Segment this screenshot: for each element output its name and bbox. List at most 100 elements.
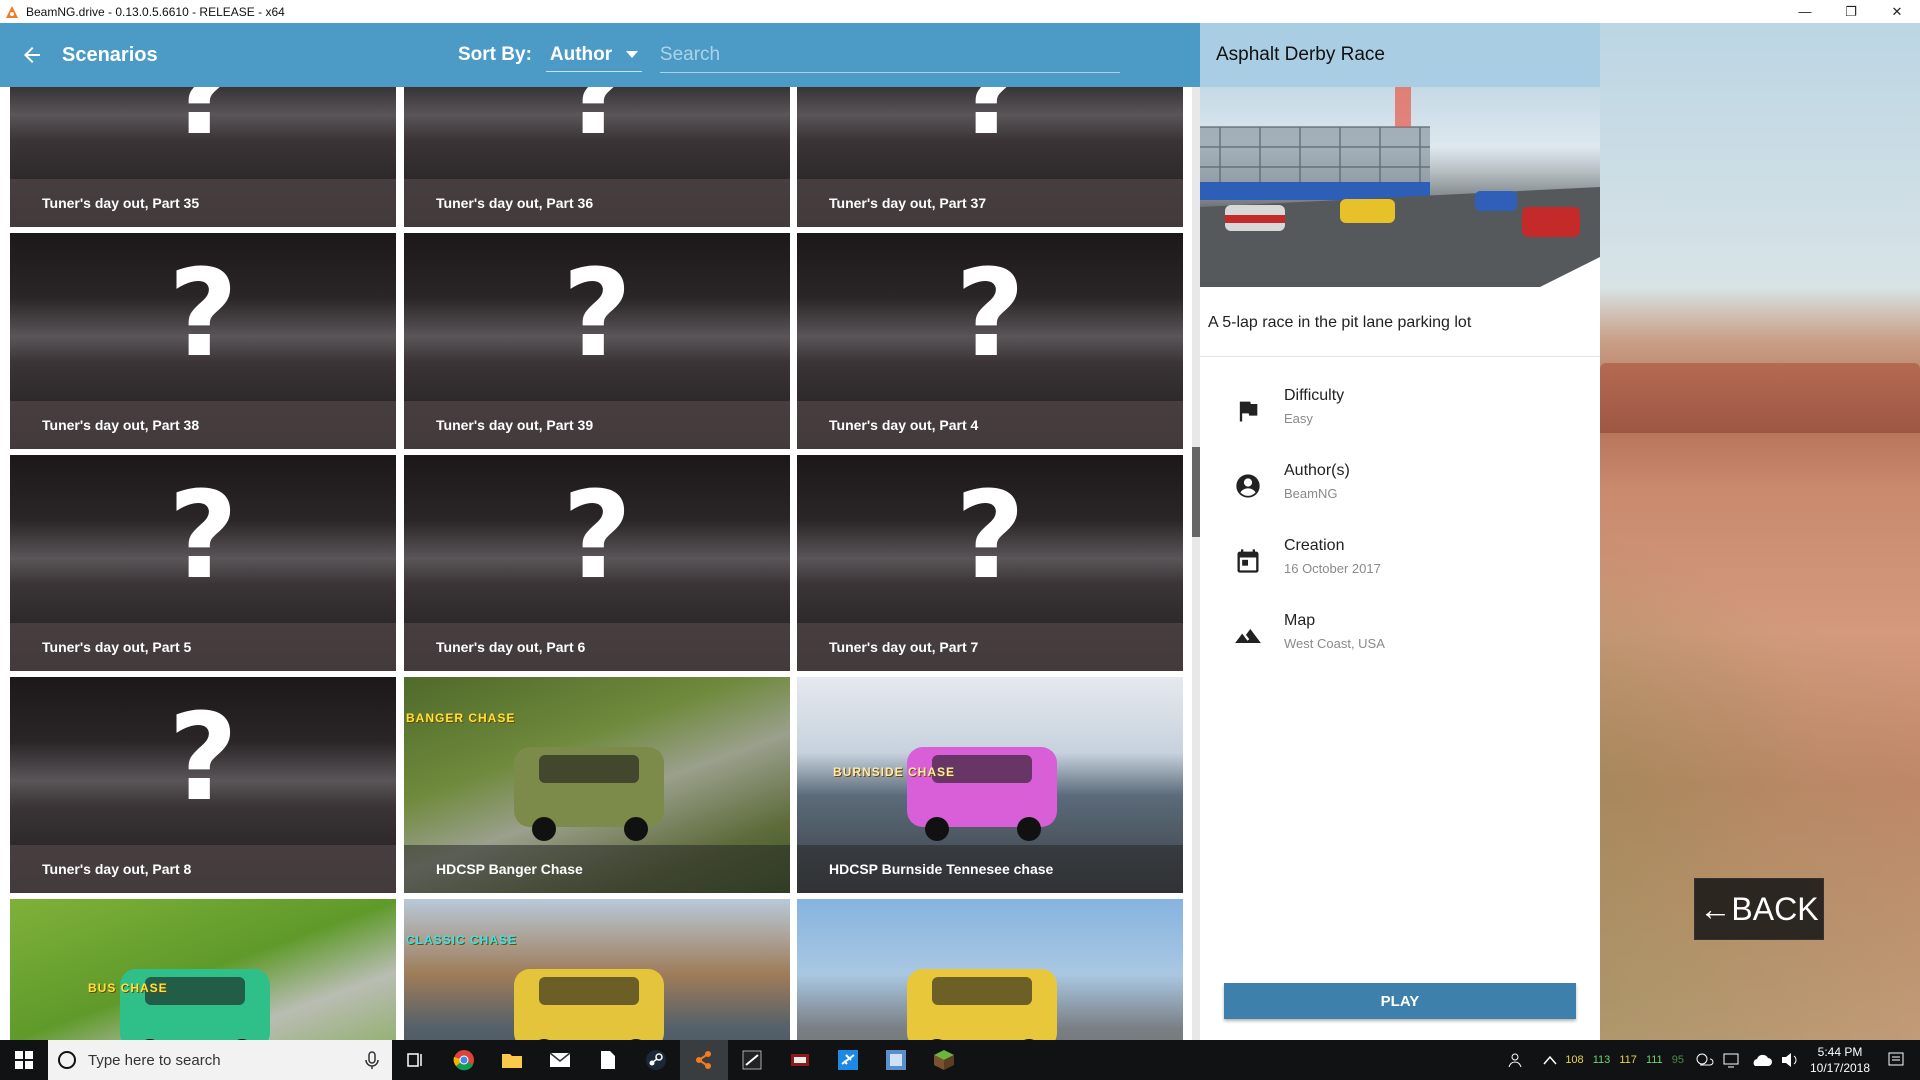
info-value: Easy [1284,411,1313,426]
missing-thumbnail-icon: ? [955,245,1025,384]
maximize-button[interactable]: ❐ [1828,0,1874,23]
missing-thumbnail-icon: ? [562,245,632,384]
close-button[interactable]: ✕ [1874,0,1920,23]
file-explorer-icon[interactable] [488,1040,536,1080]
chevron-up-icon[interactable] [1543,1055,1557,1065]
scenario-card[interactable]: CLASSIC CHASE [404,899,790,1040]
scenario-card-label: Tuner's day out, Part 37 [797,179,1183,227]
scrollbar-thumb[interactable] [1192,447,1200,537]
minimize-button[interactable]: — [1782,0,1828,23]
back-arrow-icon[interactable] [20,43,44,67]
scenario-card-label: HDCSP Banger Chase [404,845,790,893]
scenario-card-label: HDCSP Burnside Tennesee chase [797,845,1183,893]
scenario-card-label: Tuner's day out, Part 8 [10,845,396,893]
tray-value: 108 [1565,1054,1584,1066]
game-launcher-icon[interactable] [776,1040,824,1080]
window-titlebar: BeamNG.drive - 0.13.0.5.6610 - RELEASE -… [0,0,1920,23]
scenario-card[interactable]: ? Tuner's day out, Part 35 [10,87,396,227]
missing-thumbnail-icon: ? [955,467,1025,606]
scenario-card[interactable]: ? Tuner's day out, Part 5 [10,455,396,671]
info-label: Difficulty [1284,387,1345,404]
scenario-card[interactable]: ? Tuner's day out, Part 7 [797,455,1183,671]
clock-time: 5:44 PM [1817,1045,1863,1059]
scenario-card[interactable]: BURNSIDE CHASE HDCSP Burnside Tennesee ch… [797,677,1183,893]
monitor-app-icon[interactable] [728,1040,776,1080]
info-value: BeamNG [1284,486,1338,501]
info-map: Map West Coast, USA [1200,612,1600,687]
info-value: West Coast, USA [1284,636,1385,651]
back-button[interactable]: ←BACK [1694,878,1824,940]
scenario-grid: ? Tuner's day out, Part 35? Tuner's day ou… [0,87,1194,1040]
scenario-card[interactable]: BANGER CHASE HDCSP Banger Chase [404,677,790,893]
scenario-card[interactable]: ? Tuner's day out, Part 39 [404,233,790,449]
scenario-card[interactable]: ? Tuner's day out, Part 8 [10,677,396,893]
missing-thumbnail-icon: ? [562,87,632,162]
scenario-badge: BUS CHASE [88,981,168,995]
sort-by-label: Sort By: [458,44,532,65]
scenario-card[interactable]: ? Tuner's day out, Part 4 [797,233,1183,449]
action-center-icon[interactable] [1886,1050,1906,1070]
start-button[interactable] [0,1040,48,1080]
tray-value: 113 [1592,1054,1611,1066]
scenario-card[interactable]: BUS CHASE [10,899,396,1040]
game-window: Scenarios Sort By: Author ? Tuner's day o… [0,23,1920,1040]
missing-thumbnail-icon: ? [168,689,238,828]
info-label: Map [1284,612,1316,629]
window-title: BeamNG.drive - 0.13.0.5.6610 - RELEASE -… [26,4,285,19]
scenario-card[interactable] [797,899,1183,1040]
tray-monitor-readouts: 108 113 117 111 95 [1565,1054,1690,1066]
info-label: Author(s) [1284,462,1350,479]
scenario-badge: BURNSIDE CHASE [833,765,956,779]
scenario-card-label: Tuner's day out, Part 38 [10,401,396,449]
onedrive-icon[interactable] [1750,1053,1772,1067]
scenario-card-label: Tuner's day out, Part 4 [797,401,1183,449]
play-button[interactable]: PLAY [1224,983,1576,1019]
task-view-icon[interactable] [392,1040,440,1080]
system-clock[interactable]: 5:44 PM 10/17/2018 [1800,1044,1880,1076]
sort-by-dropdown[interactable]: Author [545,38,642,72]
calendar-icon [1237,549,1259,573]
tray-value: 117 [1619,1054,1637,1066]
sort-by-value: Author [549,43,613,65]
network-icon[interactable] [1722,1051,1742,1069]
info-creation: Creation 16 October 2017 [1200,537,1600,612]
car-illustration [120,969,270,1040]
beamng-taskbar-icon[interactable] [680,1040,728,1080]
car-illustration [514,969,664,1040]
scenario-card[interactable]: ? Tuner's day out, Part 36 [404,87,790,227]
volume-icon[interactable] [1780,1051,1800,1069]
microphone-icon[interactable] [360,1048,384,1072]
account-circle-icon [1236,474,1260,498]
scenario-scrollbar[interactable] [1192,87,1200,1040]
missing-thumbnail-icon: ? [168,467,238,606]
scenario-card-label: Tuner's day out, Part 35 [10,179,396,227]
minecraft-icon[interactable] [920,1040,968,1080]
missing-thumbnail-icon: ? [955,87,1025,162]
scenario-title: Asphalt Derby Race [1200,23,1600,87]
chrome-icon[interactable] [440,1040,488,1080]
scenario-card-label: Tuner's day out, Part 6 [404,623,790,671]
scenario-card[interactable]: ? Tuner's day out, Part 38 [10,233,396,449]
windows-logo-icon [15,1051,33,1069]
terrain-icon [1235,629,1261,643]
search-field[interactable] [659,37,1120,73]
people-icon[interactable] [1507,1050,1527,1070]
scenario-card[interactable]: ? Tuner's day out, Part 37 [797,87,1183,227]
beamng-app-icon [6,5,18,18]
blue-app-icon[interactable] [872,1040,920,1080]
scenario-card[interactable]: ? Tuner's day out, Part 6 [404,455,790,671]
mail-icon[interactable] [536,1040,584,1080]
scenario-badge: CLASSIC CHASE [406,933,518,947]
page-title: Scenarios [62,43,158,66]
cortana-icon [58,1051,76,1069]
scenario-list-panel: Scenarios Sort By: Author ? Tuner's day o… [0,23,1200,1040]
info-label: Creation [1284,537,1345,554]
info-authors: Author(s) BeamNG [1200,462,1600,537]
taskbar-search-box[interactable]: Type here to search [48,1040,392,1080]
tray-value: 95 [1671,1054,1684,1066]
document-icon[interactable] [584,1040,632,1080]
flight-app-icon[interactable] [824,1040,872,1080]
steam-icon[interactable] [632,1040,680,1080]
weather-icon[interactable] [1694,1051,1714,1069]
search-input[interactable] [659,43,1120,66]
